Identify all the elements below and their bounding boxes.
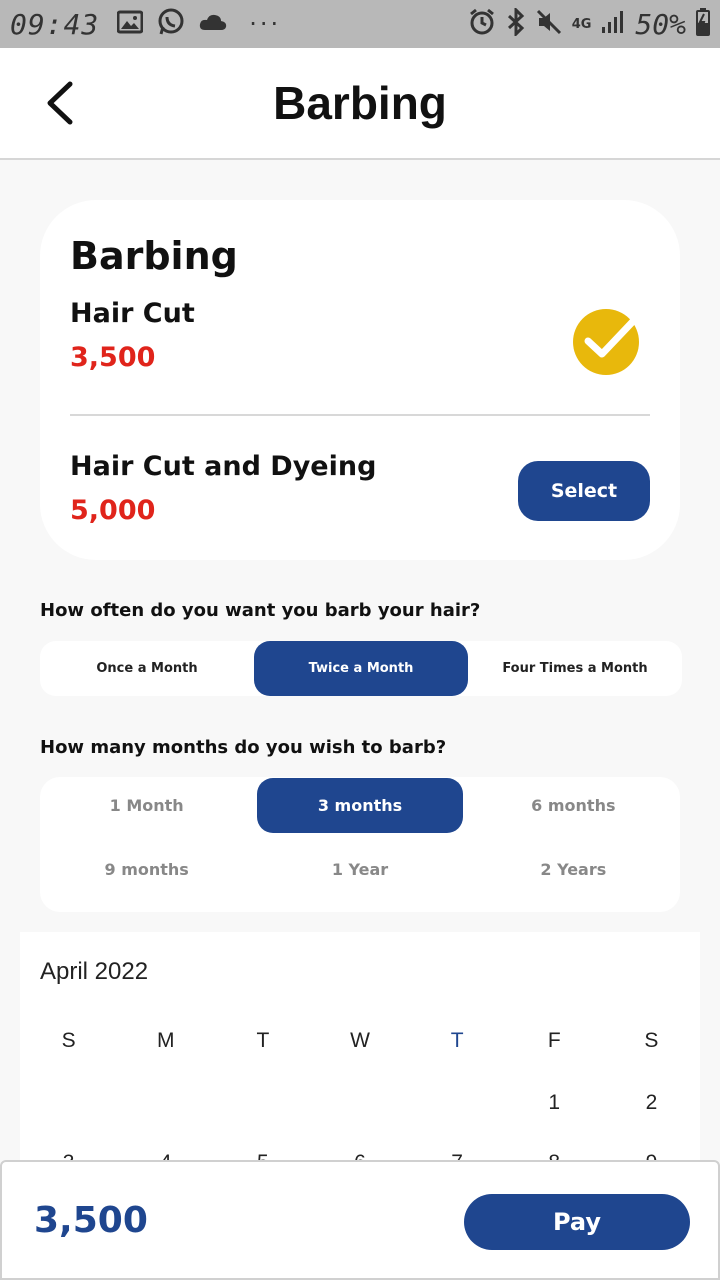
frequency-question: How often do you want you barb your hair…: [40, 600, 481, 621]
weekday-label: T: [256, 1029, 270, 1052]
calendar-day: [20, 1091, 117, 1115]
back-button[interactable]: [34, 78, 84, 128]
weekday-label-today: T: [450, 1029, 464, 1052]
calendar-day[interactable]: 2: [603, 1091, 700, 1115]
calendar: April 2022 S M T W T F S 1 2 3 4 5 6 7 8…: [20, 932, 700, 1172]
card-title: Barbing: [70, 234, 238, 278]
frequency-option-once[interactable]: Once a Month: [40, 641, 254, 696]
frequency-selector: Once a Month Twice a Month Four Times a …: [40, 641, 682, 696]
calendar-week-row: 1 2: [20, 1091, 700, 1115]
weekday-label: M: [156, 1029, 175, 1052]
weekday-label: S: [644, 1029, 659, 1052]
gallery-icon: [116, 10, 144, 38]
duration-option-2-years[interactable]: 2 Years: [471, 842, 676, 897]
frequency-option-twice[interactable]: Twice a Month: [254, 641, 468, 696]
battery-charging-icon: [696, 8, 710, 40]
duration-option-6-months[interactable]: 6 months: [471, 778, 676, 833]
duration-option-3-months[interactable]: 3 months: [257, 778, 463, 833]
frequency-option-four-times[interactable]: Four Times a Month: [468, 641, 682, 696]
mute-icon: [536, 9, 562, 39]
signal-icon: [601, 10, 625, 38]
service-name-haircut-dyeing: Hair Cut and Dyeing: [70, 451, 377, 482]
duration-option-1-month[interactable]: 1 Month: [44, 778, 249, 833]
status-time: 09:43: [10, 7, 100, 41]
status-notification-icons: ···: [116, 8, 282, 40]
duration-question: How many months do you wish to barb?: [40, 737, 447, 758]
battery-percent: 50%: [635, 7, 686, 41]
duration-option-1-year[interactable]: 1 Year: [257, 842, 462, 897]
calendar-day[interactable]: 1: [506, 1091, 603, 1115]
status-system-icons: 4G 50%: [468, 6, 710, 41]
calendar-day: [214, 1091, 311, 1115]
checkout-bar: 3,500 Pay: [0, 1160, 720, 1280]
alarm-icon: [468, 8, 496, 40]
duration-selector: 1 Month 3 months 6 months 9 months 1 Yea…: [40, 777, 680, 912]
service-divider: [70, 414, 650, 416]
more-notifications-icon: ···: [249, 10, 282, 38]
cloud-icon: [199, 12, 227, 36]
service-name-haircut: Hair Cut: [70, 298, 195, 329]
calendar-month-label: April 2022: [40, 958, 149, 985]
network-type-icon: 4G: [571, 16, 592, 32]
selected-check-icon[interactable]: [572, 304, 644, 376]
page-title: Barbing: [273, 77, 447, 129]
calendar-day: [409, 1091, 506, 1115]
weekday-label: F: [547, 1029, 561, 1052]
calendar-day: [311, 1091, 408, 1115]
whatsapp-icon: [157, 8, 185, 40]
chevron-left-icon: [47, 81, 73, 125]
duration-option-9-months[interactable]: 9 months: [44, 842, 249, 897]
select-button[interactable]: Select: [518, 461, 650, 521]
weekday-label: W: [350, 1029, 370, 1052]
calendar-weekday-header: S M T W T F S: [20, 1029, 700, 1053]
service-card: Barbing Hair Cut 3,500 Hair Cut and Dyei…: [40, 200, 680, 560]
pay-button[interactable]: Pay: [464, 1194, 690, 1250]
service-price-haircut-dyeing: 5,000: [70, 495, 156, 526]
app-bar: Barbing: [0, 48, 720, 160]
service-price-haircut: 3,500: [70, 342, 156, 373]
status-bar: 09:43 ··· 4G 50%: [0, 0, 720, 48]
weekday-label: S: [61, 1029, 76, 1052]
bluetooth-icon: [506, 6, 526, 40]
total-amount: 3,500: [34, 1200, 148, 1241]
calendar-day: [117, 1091, 214, 1115]
